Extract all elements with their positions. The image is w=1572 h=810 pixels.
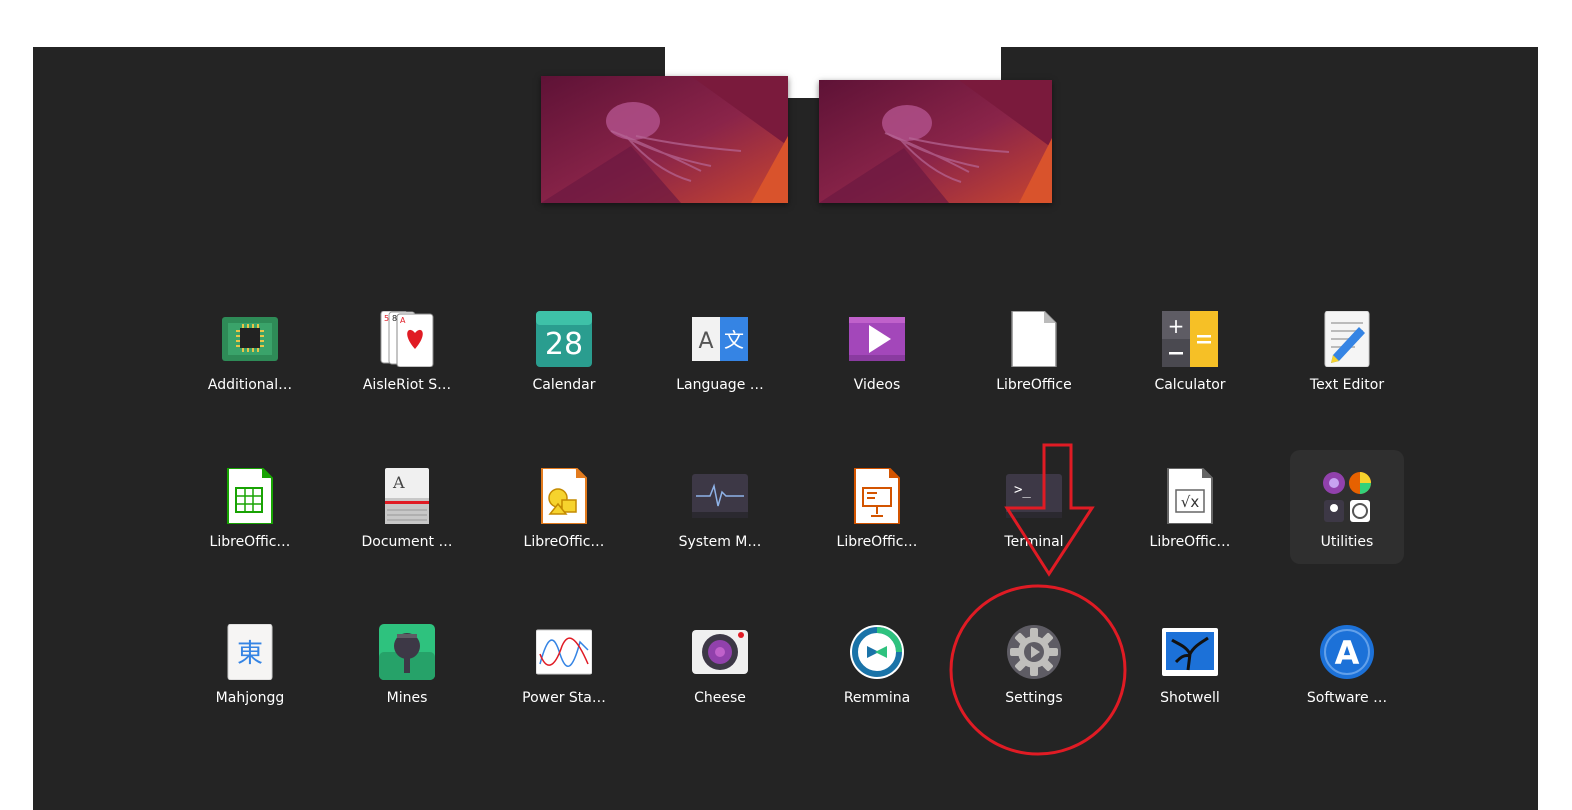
shotwell-icon (1162, 628, 1218, 676)
svg-text:+: + (1168, 314, 1185, 338)
app-language-support[interactable]: A 文 Language … (645, 311, 795, 421)
svg-text:A: A (392, 473, 405, 492)
app-label: Calendar (532, 377, 596, 393)
app-power-statistics[interactable]: Power Sta… (489, 624, 639, 734)
calendar-icon: 28 (536, 311, 592, 367)
app-additional-drivers[interactable]: Additional… (175, 311, 325, 421)
app-label: Mahjongg (215, 690, 285, 706)
app-label: Language … (676, 377, 764, 393)
software-store-icon: A (1320, 625, 1374, 679)
svg-text:A: A (1335, 634, 1360, 672)
wallpaper-jellyfish-icon (541, 76, 788, 203)
app-libreoffice[interactable]: LibreOffice (959, 311, 1109, 421)
workspace-thumbnail-2[interactable] (819, 80, 1052, 203)
app-mines[interactable]: Mines (332, 624, 482, 734)
app-libreoffice-impress[interactable]: LibreOffic… (802, 468, 952, 578)
app-label: Text Editor (1309, 377, 1385, 393)
app-cheese[interactable]: Cheese (645, 624, 795, 734)
app-folder-utilities[interactable]: Utilities (1272, 468, 1422, 578)
app-label: LibreOffic… (523, 534, 605, 550)
app-label: Power Sta… (522, 690, 606, 706)
svg-text:8: 8 (392, 314, 397, 323)
cheese-camera-icon (692, 630, 748, 674)
app-mahjongg[interactable]: 東 Mahjongg (175, 624, 325, 734)
app-label: LibreOffic… (209, 534, 291, 550)
svg-text:>_: >_ (1014, 482, 1031, 498)
app-calculator[interactable]: + Calculator (1115, 311, 1265, 421)
app-label: LibreOffic… (1149, 534, 1231, 550)
utilities-folder-icon (1323, 472, 1371, 522)
mahjongg-icon: 東 (227, 624, 273, 680)
videos-play-icon (849, 317, 905, 361)
app-label: Videos (853, 377, 901, 393)
app-label: Remmina (843, 690, 911, 706)
app-label: Utilities (1320, 534, 1374, 550)
playing-cards-icon: 5 8 A (380, 311, 434, 367)
app-label: LibreOffice (996, 377, 1072, 393)
chip-icon (222, 317, 278, 361)
power-statistics-icon (536, 629, 592, 675)
mines-icon (379, 624, 435, 680)
svg-text:A: A (400, 316, 406, 325)
app-label: Shotwell (1160, 690, 1220, 706)
libreoffice-impress-icon (854, 468, 900, 524)
calculator-icon: + (1162, 311, 1218, 367)
app-text-editor[interactable]: Text Editor (1272, 311, 1422, 421)
app-document-viewer[interactable]: A Document … (332, 468, 482, 578)
app-label: Terminal (1004, 534, 1064, 550)
wallpaper-jellyfish-icon (819, 80, 1052, 203)
app-settings[interactable]: Settings (959, 624, 1109, 734)
svg-text:5: 5 (384, 314, 389, 323)
system-monitor-icon (692, 474, 748, 518)
app-label: Mines (386, 690, 428, 706)
app-libreoffice-math[interactable]: √x LibreOffic… (1115, 468, 1265, 578)
libreoffice-draw-icon (541, 468, 587, 524)
app-videos[interactable]: Videos (802, 311, 952, 421)
app-label: Document … (361, 534, 453, 550)
app-label: Calculator (1154, 377, 1226, 393)
libreoffice-math-icon: √x (1167, 468, 1213, 524)
app-terminal[interactable]: >_ Terminal (959, 468, 1109, 578)
svg-text:A: A (698, 329, 713, 354)
libreoffice-calc-icon (227, 468, 273, 524)
app-label: AisleRiot S… (362, 377, 452, 393)
document-viewer-icon: A (385, 468, 429, 524)
app-system-monitor[interactable]: System M… (645, 468, 795, 578)
language-icon: A 文 (692, 317, 748, 361)
activities-overview: Additional… 5 8 A AisleRiot S… 28 Calend… (33, 47, 1538, 810)
text-editor-icon (1324, 311, 1370, 367)
app-libreoffice-calc[interactable]: LibreOffic… (175, 468, 325, 578)
libreoffice-doc-icon (1011, 311, 1057, 367)
svg-text:東: 東 (237, 639, 263, 669)
svg-text:√x: √x (1181, 493, 1200, 511)
app-aisleriot[interactable]: 5 8 A AisleRiot S… (332, 311, 482, 421)
svg-text:28: 28 (545, 327, 583, 362)
app-remmina[interactable]: Remmina (802, 624, 952, 734)
app-shotwell[interactable]: Shotwell (1115, 624, 1265, 734)
app-label: System M… (678, 534, 762, 550)
app-software[interactable]: A Software … (1272, 624, 1422, 734)
app-calendar[interactable]: 28 Calendar (489, 311, 639, 421)
app-label: LibreOffic… (836, 534, 918, 550)
terminal-icon: >_ (1006, 474, 1062, 518)
app-label: Cheese (694, 690, 746, 706)
settings-gear-icon (1007, 625, 1061, 679)
svg-text:文: 文 (724, 328, 744, 352)
workspace-thumbnail-1[interactable] (541, 76, 788, 203)
app-label: Software … (1306, 690, 1388, 706)
app-libreoffice-draw[interactable]: LibreOffic… (489, 468, 639, 578)
app-label: Additional… (207, 377, 293, 393)
remmina-icon (850, 625, 904, 679)
app-label: Settings (1005, 690, 1063, 706)
